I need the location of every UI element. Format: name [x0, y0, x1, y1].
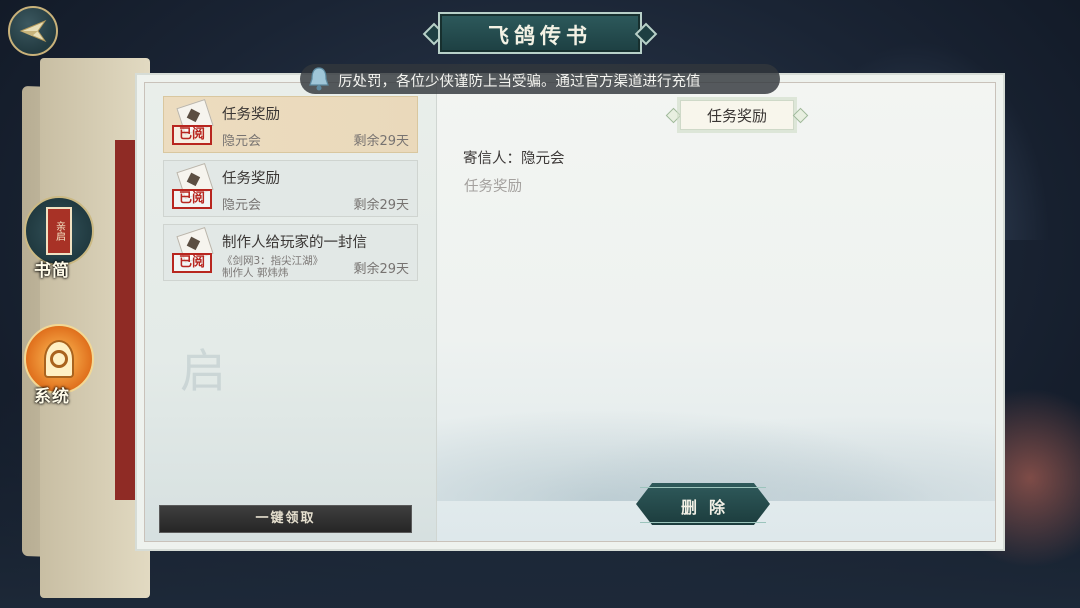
- notice-marquee: 厉处罚，各位少侠谨防上当受骗。通过官方渠道进行充值: [300, 64, 780, 94]
- detail-sender: 寄信人：隐元会: [463, 151, 565, 167]
- mail-read-icon: 已阅: [170, 227, 216, 275]
- detail-body: 任务奖励: [464, 179, 522, 195]
- mail-item[interactable]: 已阅 制作人给玩家的一封信 《剑网3：指尖江湖》 制作人 郭炜炜 剩余29天: [163, 224, 418, 281]
- title-plaque: 飞鸽传书: [422, 12, 658, 54]
- read-stamp: 已阅: [172, 125, 212, 145]
- watermark-decoration: 启: [180, 344, 226, 398]
- mail-title: 制作人给玩家的一封信: [222, 235, 367, 251]
- page-title: 飞鸽传书: [488, 23, 592, 48]
- system-bell-icon: [44, 340, 74, 378]
- mail-remaining-days: 剩余29天: [353, 134, 409, 149]
- mail-item[interactable]: 已阅 任务奖励 隐元会 剩余29天: [163, 96, 418, 153]
- sidebar-item-letters-label: 书简: [34, 261, 70, 281]
- mail-sender: 制作人 郭炜炜: [222, 267, 289, 279]
- mail-sender: 隐元会: [222, 134, 262, 149]
- sidebar-item-system-label: 系统: [34, 387, 70, 407]
- mail-title: 任务奖励: [222, 107, 280, 123]
- back-button[interactable]: [8, 6, 58, 56]
- mail-title: 任务奖励: [222, 171, 280, 187]
- mail-item[interactable]: 已阅 任务奖励 隐元会 剩余29天: [163, 160, 418, 217]
- paper-plane-back-icon: [19, 19, 47, 43]
- detail-title: 任务奖励: [706, 107, 767, 125]
- bell-icon: [309, 67, 329, 91]
- mail-sender: 隐元会: [222, 198, 262, 213]
- letter-icon: 亲启: [46, 207, 72, 255]
- collect-all-button[interactable]: 一键领取: [159, 505, 412, 533]
- delete-button-label: 删除: [680, 498, 737, 517]
- delete-button[interactable]: 删除: [636, 483, 770, 525]
- mail-read-icon: 已阅: [170, 99, 216, 147]
- envelope-red-strip: [115, 140, 137, 500]
- mail-read-icon: 已阅: [170, 163, 216, 211]
- read-stamp: 已阅: [172, 189, 212, 209]
- notice-text: 厉处罚，各位少侠谨防上当受骗。通过官方渠道进行充值: [338, 74, 701, 90]
- read-stamp: 已阅: [172, 253, 212, 273]
- mail-remaining-days: 剩余29天: [353, 262, 409, 277]
- mail-subtitle: 《剑网3：指尖江湖》: [222, 255, 324, 267]
- detail-title-tag: 任务奖励: [665, 100, 809, 130]
- mail-remaining-days: 剩余29天: [353, 198, 409, 213]
